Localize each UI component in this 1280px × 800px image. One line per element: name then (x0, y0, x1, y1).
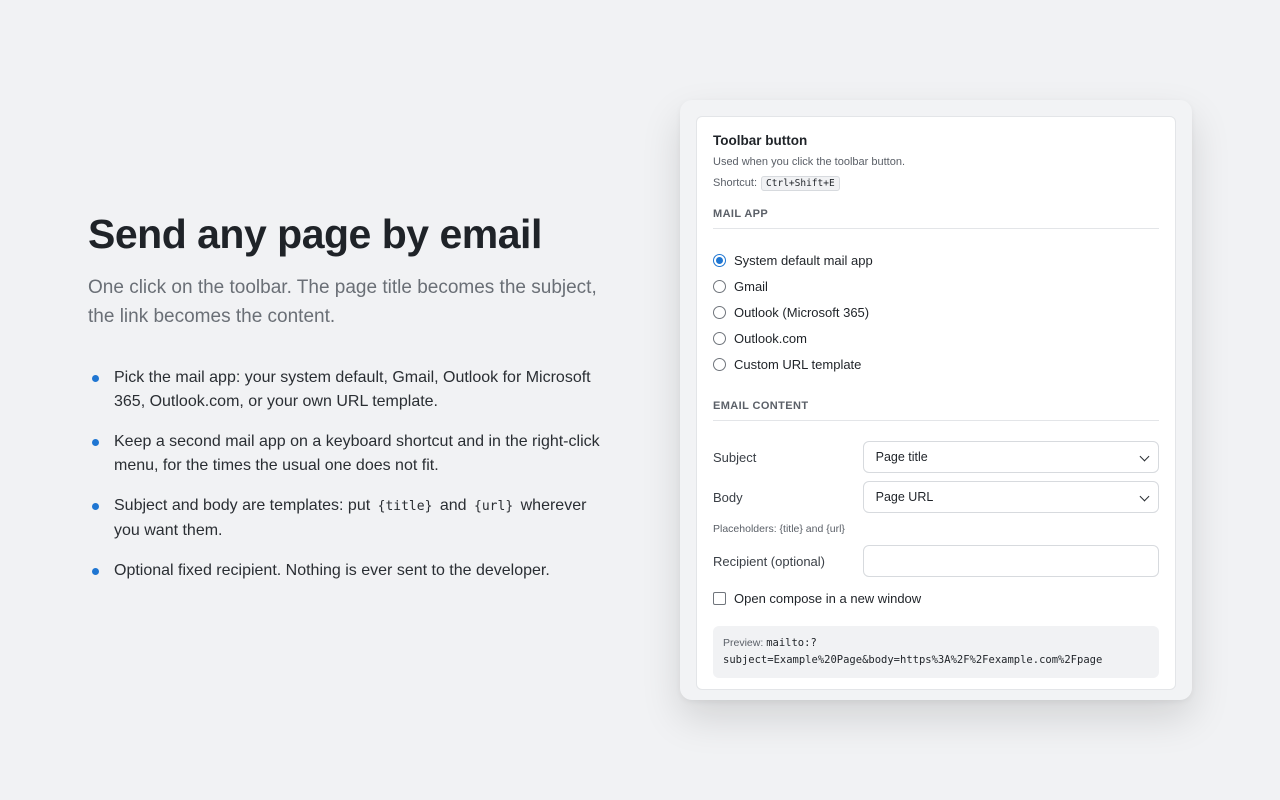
feature-list: Pick the mail app: your system default, … (88, 366, 613, 583)
recipient-label: Recipient (optional) (713, 553, 826, 569)
radio-label: Custom URL template (734, 356, 862, 372)
bullet-icon (92, 375, 99, 382)
mail-app-section-header: MAIL APP (713, 208, 1159, 229)
new-window-option[interactable]: Open compose in a new window (713, 591, 1159, 606)
feature-text: Pick the mail app: your system default, … (114, 369, 591, 410)
feature-text: Keep a second mail app on a keyboard sho… (114, 433, 600, 474)
body-label: Body (713, 489, 743, 505)
email-content-fields: Subject Page title Body Page URL (713, 441, 1159, 513)
chevron-down-icon (1139, 491, 1150, 502)
bullet-icon (92, 503, 99, 510)
radio-button[interactable] (713, 357, 726, 371)
settings-window: Toolbar button Used when you click the t… (680, 100, 1192, 700)
recipient-input[interactable] (862, 545, 1159, 577)
placeholders-hint: Placeholders: {title} and {url} (713, 523, 845, 535)
feature-item: Optional fixed recipient. Nothing is eve… (88, 559, 613, 583)
radio-button[interactable] (713, 305, 726, 319)
radio-option-outlook-365[interactable]: Outlook (Microsoft 365) (713, 299, 1159, 325)
feature-item: Pick the mail app: your system default, … (88, 366, 613, 414)
subject-label: Subject (713, 449, 757, 465)
hero-section: Send any page by email One click on the … (88, 211, 613, 599)
radio-label: System default mail app (734, 252, 873, 268)
subject-select-value: Page title (875, 450, 928, 464)
body-select-value: Page URL (875, 490, 934, 504)
radio-button[interactable] (713, 331, 726, 345)
radio-label: Outlook.com (734, 330, 807, 346)
bullet-icon (92, 439, 99, 446)
headline: Send any page by email (88, 211, 542, 257)
subject-row: Subject Page title (713, 441, 1159, 473)
recipient-row: Recipient (optional) (713, 545, 1159, 577)
feature-text: Optional fixed recipient. Nothing is eve… (114, 562, 550, 579)
feature-text-before: Subject and body are templates: put (114, 497, 371, 514)
shortcut-key: Ctrl+Shift+E (761, 175, 840, 191)
radio-button[interactable] (713, 279, 726, 293)
body-row: Body Page URL (713, 481, 1159, 513)
body-select[interactable]: Page URL (862, 481, 1159, 513)
radio-option-gmail[interactable]: Gmail (713, 273, 1159, 299)
code-url-placeholder: {url} (474, 499, 514, 514)
code-title-placeholder: {title} (377, 499, 433, 514)
radio-button-selected[interactable] (713, 253, 726, 267)
radio-label: Outlook (Microsoft 365) (734, 304, 870, 320)
feature-text-middle: and (439, 497, 467, 514)
shortcut-label: Shortcut: (713, 177, 758, 189)
subject-select[interactable]: Page title (862, 441, 1159, 473)
new-window-label: Open compose in a new window (734, 591, 922, 606)
radio-label: Gmail (734, 278, 768, 294)
radio-option-outlook-com[interactable]: Outlook.com (713, 325, 1159, 351)
new-window-checkbox[interactable] (713, 592, 726, 605)
mail-app-radio-group: System default mail app Gmail Outlook (M… (713, 247, 1159, 377)
shortcut-row: Shortcut: Ctrl+Shift+E (713, 175, 1159, 191)
feature-item: Subject and body are templates: put {tit… (88, 494, 613, 543)
preview-line-2: subject=Example%20Page&body=https%3A%2F%… (723, 654, 1103, 666)
mailto-preview: Preview: mailto:? subject=Example%20Page… (713, 626, 1159, 678)
panel-title: Toolbar button (713, 133, 808, 148)
feature-item: Keep a second mail app on a keyboard sho… (88, 430, 613, 478)
radio-option-custom-url[interactable]: Custom URL template (713, 351, 1159, 377)
radio-option-system-default[interactable]: System default mail app (713, 247, 1159, 273)
bullet-icon (92, 568, 99, 575)
preview-label: Preview: (723, 637, 764, 649)
panel-description: Used when you click the toolbar button. (713, 156, 906, 168)
settings-panel: Toolbar button Used when you click the t… (696, 116, 1176, 690)
preview-line-1: mailto:? (766, 637, 817, 649)
chevron-down-icon (1139, 451, 1150, 462)
email-content-section-header: EMAIL CONTENT (713, 400, 1159, 421)
subhead: One click on the toolbar. The page title… (88, 277, 597, 327)
